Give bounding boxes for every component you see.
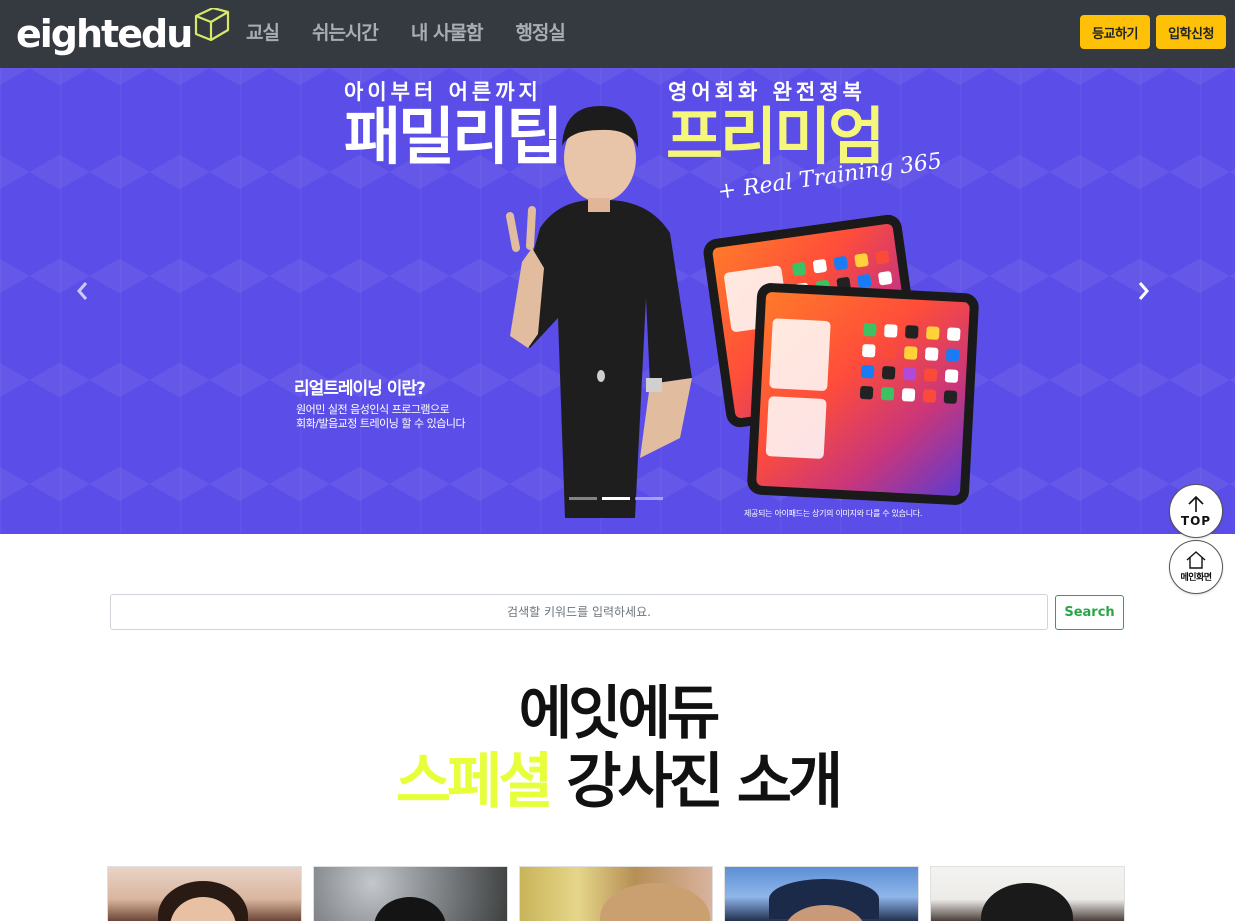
scroll-top-button[interactable]: TOP [1169, 484, 1223, 538]
nav-break-time[interactable]: 쉬는시간 [312, 18, 379, 45]
home-label: 메인화면 [1180, 573, 1212, 583]
carousel-question: 리얼트레이닝 이란? [294, 379, 426, 399]
section-title-line2: 스페셜 강사진 소개 [0, 752, 1235, 812]
home-icon [1186, 551, 1206, 569]
instructor-photo [506, 106, 692, 518]
teacher-card[interactable] [518, 866, 714, 921]
carousel-indicators [569, 497, 663, 500]
teacher-card[interactable] [724, 866, 920, 921]
top-navbar: eightedu 교실 쉬는시간 내 사물함 행정실 등교하기 입학신청 [0, 0, 1235, 68]
hero-carousel: 아이부터 어른까지 패밀리팁 영어회화 완전정복 프리미엄 + Real Tra… [0, 68, 1235, 534]
carousel-desc-2: 회화/발음교정 트레이닝 할 수 있습니다 [296, 417, 466, 430]
section-title-rest: 강사진 소개 [549, 747, 843, 817]
carousel-indicator-3[interactable] [635, 497, 663, 500]
logo-text: eightedu [16, 12, 193, 56]
nav-classroom[interactable]: 교실 [246, 18, 280, 45]
carousel-prev-icon[interactable] [75, 280, 89, 308]
carousel-indicator-2[interactable] [602, 497, 630, 500]
top-label: TOP [1180, 513, 1212, 528]
nav-my-locker[interactable]: 내 사물함 [411, 18, 484, 45]
eightedu-logo[interactable]: eightedu [16, 6, 231, 62]
teacher-card[interactable] [930, 866, 1125, 921]
carousel-indicator-1[interactable] [569, 497, 597, 500]
section-title-highlight: 스페셜 [395, 747, 554, 817]
book-icon [193, 6, 231, 46]
teacher-card[interactable] [312, 866, 508, 921]
nav-admin-office[interactable]: 행정실 [515, 18, 565, 45]
carousel-next-icon[interactable] [1137, 280, 1151, 308]
carousel-note: 제공되는 아이패드는 상기의 이미지와 다를 수 있습니다. [744, 509, 923, 518]
main-nav: 교실 쉬는시간 내 사물함 행정실 [246, 0, 598, 62]
teacher-card[interactable] [107, 866, 302, 921]
arrow-up-icon [1188, 495, 1204, 512]
search-input[interactable] [110, 594, 1048, 630]
teacher-list [107, 866, 1125, 921]
enroll-button[interactable]: 입학신청 [1156, 15, 1226, 49]
attend-button[interactable]: 등교하기 [1080, 15, 1150, 49]
ipad-front [746, 282, 980, 506]
search-button[interactable]: Search [1055, 595, 1124, 630]
home-button[interactable]: 메인화면 [1169, 540, 1223, 594]
section-title-line1: 에잇에듀 [518, 679, 720, 747]
